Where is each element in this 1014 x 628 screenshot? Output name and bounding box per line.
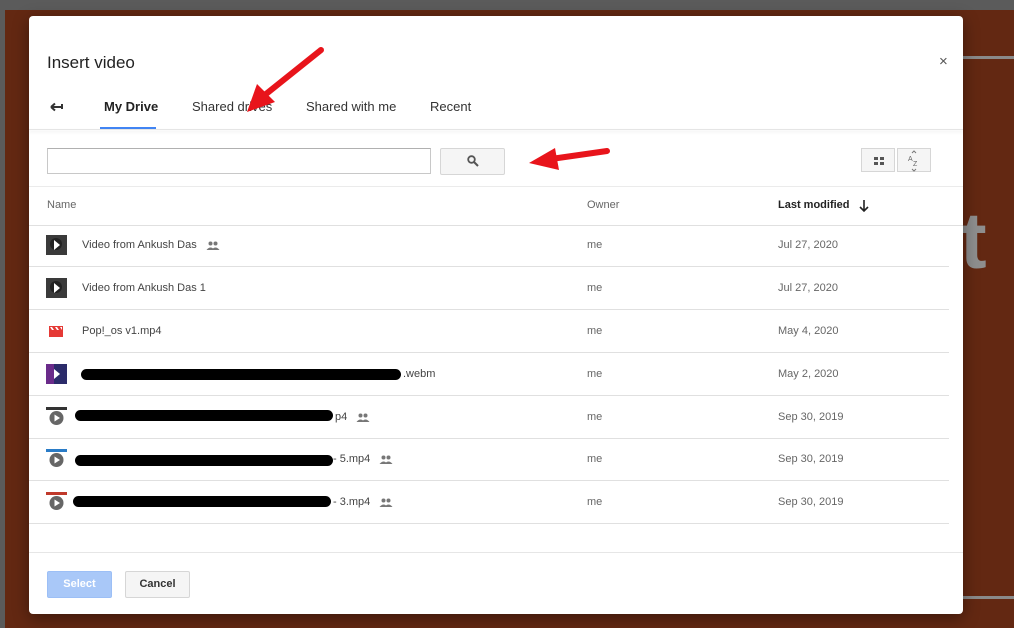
search-button[interactable] xyxy=(440,148,505,175)
video-thumbnail xyxy=(46,449,67,469)
file-owner: me xyxy=(587,411,603,423)
dialog-title: Insert video xyxy=(47,53,135,72)
file-owner: me xyxy=(587,453,603,465)
file-name-text: Video from Ankush Das xyxy=(82,239,197,251)
file-owner: me xyxy=(587,325,603,337)
file-name: Pop!_os v1.mp4 xyxy=(82,325,162,337)
redaction-bar xyxy=(75,410,333,421)
file-name: p4 xyxy=(335,411,370,423)
file-owner: me xyxy=(587,239,603,251)
svg-text:Z: Z xyxy=(913,161,918,168)
file-owner: me xyxy=(587,496,603,508)
file-name-text: Video from Ankush Das 1 xyxy=(82,282,206,294)
tab-recent[interactable]: Recent xyxy=(430,99,471,114)
sort-options-button[interactable]: A Z xyxy=(897,148,931,172)
search-icon xyxy=(467,155,479,167)
table-row[interactable]: - 3.mp4 me Sep 30, 2019 xyxy=(29,481,949,524)
search-input[interactable] xyxy=(47,148,431,174)
footer-divider xyxy=(29,552,963,553)
file-modified-date: May 4, 2020 xyxy=(778,325,839,337)
file-modified-date: Sep 30, 2019 xyxy=(778,453,844,465)
video-thumbnail xyxy=(46,235,67,255)
shared-people-icon xyxy=(356,413,370,422)
file-modified-date: Jul 27, 2020 xyxy=(778,239,838,251)
table-row[interactable]: Video from Ankush Das 1 me Jul 27, 2020 xyxy=(29,267,949,310)
file-modified-date: Sep 30, 2019 xyxy=(778,411,844,423)
file-name-text: p4 xyxy=(335,411,348,423)
sort-descending-icon[interactable] xyxy=(858,199,870,213)
video-thumbnail xyxy=(46,278,67,298)
file-name-text: - 3.mp4 xyxy=(333,496,371,508)
column-header-owner[interactable]: Owner xyxy=(587,199,619,211)
table-row[interactable]: .webm me May 2, 2020 xyxy=(29,353,949,396)
sort-az-icon: A Z xyxy=(908,150,918,172)
file-modified-date: Sep 30, 2019 xyxy=(778,496,844,508)
background-slide-line xyxy=(962,596,1014,599)
file-list-header: Name Owner Last modified xyxy=(29,186,963,226)
shared-people-icon xyxy=(206,241,220,250)
column-header-last-modified[interactable]: Last modified xyxy=(778,199,850,211)
background-slide-text: t xyxy=(960,196,987,285)
video-thumbnail xyxy=(46,364,67,384)
file-name-text: Pop!_os v1.mp4 xyxy=(82,325,162,337)
select-button[interactable]: Select xyxy=(47,571,112,598)
file-modified-date: May 2, 2020 xyxy=(778,368,839,380)
file-name-text: - 5.mp4 xyxy=(333,453,371,465)
table-row[interactable]: - 5.mp4 me Sep 30, 2019 xyxy=(29,438,949,481)
table-row[interactable]: Pop!_os v1.mp4 me May 4, 2020 xyxy=(29,310,949,353)
redaction-bar xyxy=(81,369,401,380)
video-thumbnail xyxy=(46,492,67,512)
file-owner: me xyxy=(587,368,603,380)
cancel-button[interactable]: Cancel xyxy=(125,571,190,598)
redaction-bar xyxy=(75,455,333,466)
video-thumbnail xyxy=(46,407,67,427)
redaction-bar xyxy=(73,496,331,507)
file-modified-date: Jul 27, 2020 xyxy=(778,282,838,294)
shared-people-icon xyxy=(379,498,393,507)
grid-view-icon xyxy=(874,157,884,165)
file-name-text: .webm xyxy=(403,368,436,380)
file-owner: me xyxy=(587,282,603,294)
annotation-arrow-icon xyxy=(247,47,324,112)
file-name: Video from Ankush Das xyxy=(82,239,220,251)
tab-my-drive[interactable]: My Drive xyxy=(104,99,158,114)
file-name: - 5.mp4 xyxy=(333,453,393,465)
header-divider xyxy=(29,129,963,130)
grid-view-button[interactable] xyxy=(861,148,895,172)
table-row[interactable]: Video from Ankush Das me Jul 27, 2020 xyxy=(29,224,949,267)
red-video-file-icon xyxy=(49,326,63,337)
file-name: - 3.mp4 xyxy=(333,496,393,508)
background-slide-line xyxy=(962,56,1014,59)
column-header-name[interactable]: Name xyxy=(47,199,76,211)
file-name: .webm xyxy=(403,368,435,380)
close-icon[interactable]: × xyxy=(939,53,948,70)
file-name: Video from Ankush Das 1 xyxy=(82,282,206,294)
shared-people-icon xyxy=(379,455,393,464)
annotation-arrow-icon xyxy=(529,148,610,170)
table-row[interactable]: p4 me Sep 30, 2019 xyxy=(29,396,949,439)
back-arrow-icon[interactable] xyxy=(47,98,65,116)
insert-video-dialog: Insert video × My Drive Shared drives Sh… xyxy=(29,16,963,614)
